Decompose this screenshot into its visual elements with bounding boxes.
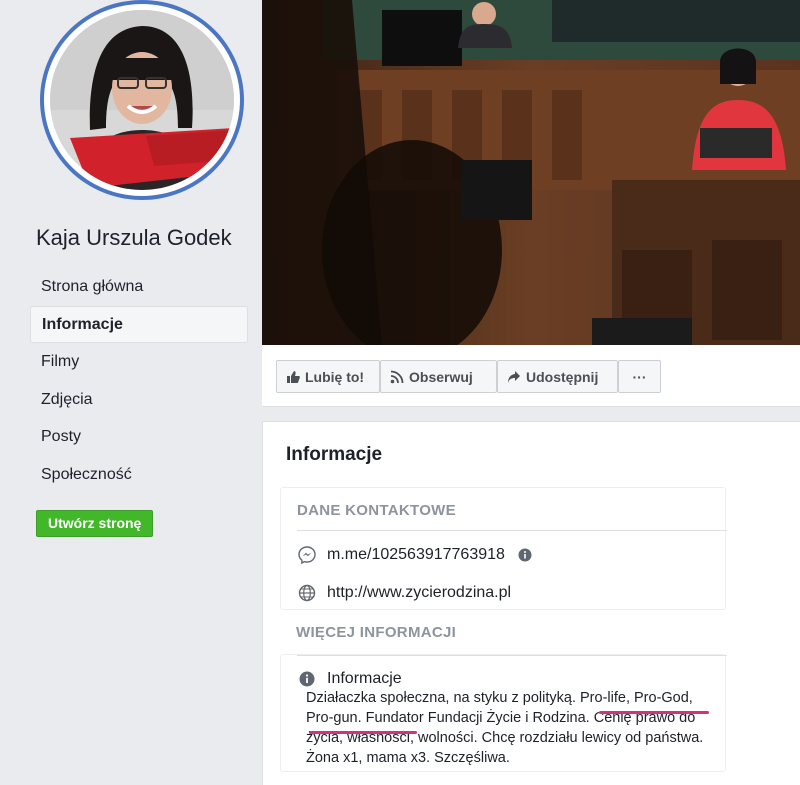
about-title: Informacje [286, 444, 383, 465]
thumbs-up-icon [287, 370, 300, 383]
contact-section: DANE KONTAKTOWE m.me/102563917763918 htt… [280, 487, 727, 610]
messenger-row: m.me/102563917763918 [297, 545, 535, 565]
highlight-underline [599, 711, 709, 714]
website-row: http://www.zycierodzina.pl [297, 583, 511, 603]
more-options-button[interactable]: ··· [618, 360, 661, 393]
info-icon [297, 669, 317, 689]
like-label: Lubię to! [305, 368, 365, 385]
about-row: Informacje [297, 669, 402, 689]
more-info-heading: WIĘCEJ INFORMACJI [296, 624, 457, 641]
about-description: Działaczka społeczna, na styku z polityk… [306, 690, 704, 766]
about-label: Informacje [327, 670, 402, 687]
contact-divider [297, 530, 727, 531]
share-arrow-icon [508, 370, 520, 383]
sidebar-item-videos[interactable]: Filmy [30, 343, 248, 381]
contact-heading: DANE KONTAKTOWE [297, 502, 456, 519]
more-label: ··· [632, 368, 647, 385]
sidebar-item-about[interactable]: Informacje [30, 305, 248, 343]
sidebar-item-posts[interactable]: Posty [30, 418, 248, 456]
sidebar-nav: Strona główna Informacje Filmy Zdjęcia P… [30, 268, 248, 493]
messenger-icon [297, 545, 317, 565]
page-action-bar: Lubię to! Obserwuj Udostępnij ··· [262, 345, 800, 407]
page-title[interactable]: Kaja Urszula Godek [36, 225, 232, 251]
left-sidebar: Kaja Urszula Godek Strona główna Informa… [0, 0, 262, 785]
more-info-divider [297, 655, 727, 656]
like-button[interactable]: Lubię to! [276, 360, 380, 393]
sidebar-item-home[interactable]: Strona główna [30, 268, 248, 306]
sidebar-item-photos[interactable]: Zdjęcia [30, 381, 248, 419]
share-button[interactable]: Udostępnij [497, 360, 618, 393]
sidebar-item-community[interactable]: Społeczność [30, 456, 248, 494]
create-page-button[interactable]: Utwórz stronę [36, 510, 154, 537]
follow-label: Obserwuj [409, 368, 473, 385]
info-circle-icon[interactable] [515, 545, 535, 565]
cover-photo[interactable] [262, 0, 800, 345]
messenger-link[interactable]: m.me/102563917763918 [327, 546, 505, 564]
follow-button[interactable]: Obserwuj [380, 360, 497, 393]
website-link[interactable]: http://www.zycierodzina.pl [327, 584, 511, 602]
rss-follow-icon [390, 370, 404, 383]
about-card: Informacje DANE KONTAKTOWE m.me/10256391… [262, 421, 800, 785]
profile-picture[interactable] [40, 0, 244, 200]
highlight-underline [309, 731, 417, 734]
share-label: Udostępnij [526, 368, 599, 385]
globe-icon [297, 583, 317, 603]
avatar [50, 10, 234, 190]
